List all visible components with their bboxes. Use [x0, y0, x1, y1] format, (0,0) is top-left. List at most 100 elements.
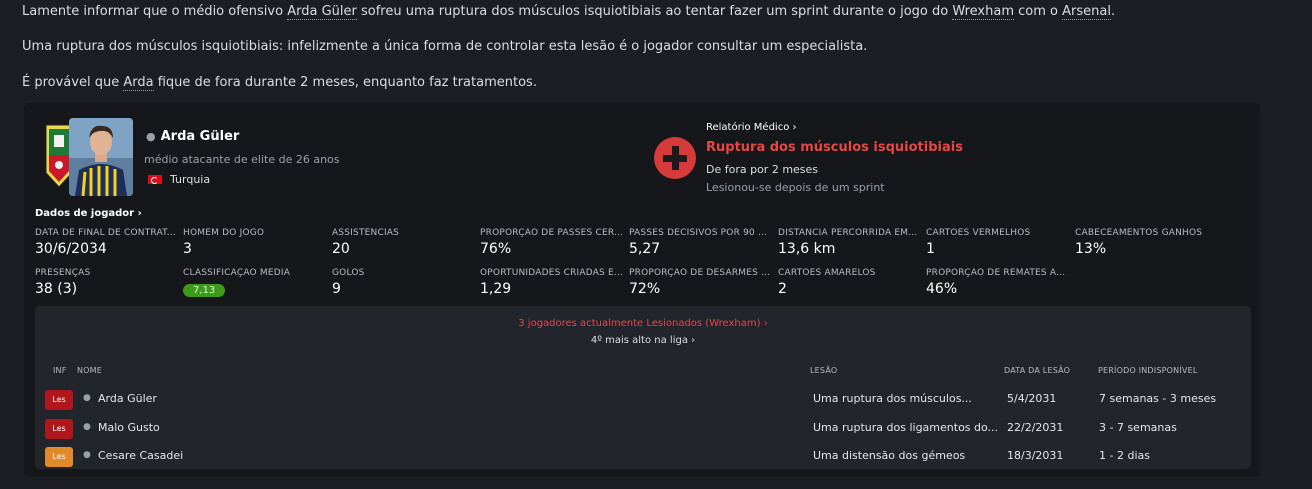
person-icon: ● [146, 130, 156, 143]
player-data-label[interactable]: Dados de jogador [35, 208, 134, 219]
injury-cell: Uma distensão dos gémeos [813, 449, 966, 462]
injured-players-panel: 3 jogadores actualmente Lesionados (Wrex… [35, 306, 1251, 469]
stat-value: 13% [1075, 241, 1107, 257]
stat-average-rating: CLASSIFICAÇÃO MÉDIA 7,13 [183, 268, 327, 297]
stat-value: 38 (3) [35, 281, 78, 297]
injury-card: ● Arda Güler médio atacante de elite de 2… [24, 103, 1260, 477]
stat-label: DATA DE FINAL DE CONTRAT... [35, 228, 176, 238]
stat-label: CARTÕES AMARELOS [778, 268, 876, 278]
chevron-right-icon: › [137, 208, 142, 219]
person-icon: ● [83, 393, 91, 403]
stat-label: PASSES DECISIVOS POR 90 M... [629, 228, 773, 238]
message-line-1: Lamente informar que o médio ofensivo Ar… [22, 4, 1116, 20]
stat-distance: DISTÂNCIA PERCORRIDA EM... 13,6 km [778, 228, 922, 257]
stat-label: GOLOS [332, 268, 365, 278]
stat-label: CARTÕES VERMELHOS [926, 228, 1031, 238]
player-name-cell[interactable]: Malo Gusto [98, 421, 160, 434]
club-link-wrexham[interactable]: Wrexham [952, 4, 1014, 20]
stat-value: 13,6 km [778, 241, 836, 257]
nation-label: Turquia [170, 173, 211, 186]
message-text: É provável que [22, 75, 124, 90]
injured-players-link[interactable]: 3 jogadores actualmente Lesionados (Wrex… [35, 318, 1251, 329]
message-line-2: Uma ruptura dos músculos isquiotibiais: … [22, 39, 868, 54]
player-nation[interactable]: Turquia [148, 173, 210, 186]
stat-value: 1 [926, 241, 935, 257]
header-inf[interactable]: INF [53, 366, 67, 375]
period-cell: 1 - 2 dias [1099, 449, 1150, 462]
injury-cell: Uma ruptura dos músculos... [813, 392, 972, 405]
stat-label: ASSISTÊNCIAS [332, 228, 400, 238]
header-injury[interactable]: LESÃO [810, 366, 837, 375]
date-cell: 18/3/2031 [1007, 449, 1064, 462]
stat-label: OPORTUNIDADES CRIADAS E... [480, 268, 624, 278]
header-date[interactable]: DATA DA LESÃO [1004, 366, 1070, 375]
message-text: com o [1014, 4, 1063, 19]
stat-value: 72% [629, 281, 661, 297]
stat-label: CLASSIFICAÇÃO MÉDIA [183, 268, 291, 278]
injury-badge: Les [45, 390, 73, 410]
injury-cell: Uma ruptura dos ligamentos do... [813, 421, 999, 434]
stat-appearances: PRESENÇAS 38 (3) [35, 268, 179, 297]
stat-value: 30/6/2034 [35, 241, 107, 257]
table-row[interactable]: Les ● Cesare Casadei Uma distensão dos g… [35, 447, 1251, 473]
medical-cross-icon [654, 137, 696, 179]
player-link[interactable]: Arda Güler [287, 4, 357, 20]
turkey-flag-icon [148, 175, 162, 184]
header-name[interactable]: NOME [77, 366, 102, 375]
table-row[interactable]: Les ● Arda Güler Uma ruptura dos músculo… [35, 390, 1251, 416]
player-photo[interactable] [69, 118, 133, 196]
stat-value: 9 [332, 281, 341, 297]
injury-badge: Les [45, 447, 73, 467]
stat-assists: ASSISTÊNCIAS 20 [332, 228, 476, 257]
stat-value: 2 [778, 281, 787, 297]
person-icon: ● [83, 422, 91, 432]
stat-value: 20 [332, 241, 350, 257]
stat-pass-completion: PROPORÇÃO DE PASSES CER... 76% [480, 228, 624, 257]
player-name-cell[interactable]: Cesare Casadei [98, 449, 183, 462]
player-name[interactable]: ● Arda Güler [146, 129, 239, 144]
stat-value: 46% [926, 281, 958, 297]
stat-value: 3 [183, 241, 192, 257]
header-period[interactable]: PERÍODO INDISPONÍVEL [1098, 366, 1197, 375]
rating-badge: 7,13 [183, 284, 226, 297]
table-row[interactable]: Les ● Malo Gusto Uma ruptura dos ligamen… [35, 419, 1251, 445]
stat-label: DISTÂNCIA PERCORRIDA EM... [778, 228, 918, 238]
message-text: Lamente informar que o médio ofensivo [22, 4, 288, 19]
injury-cause: Lesionou-se depois de um sprint [706, 181, 885, 194]
message-line-3: É provável que Arda fique de fora durant… [22, 75, 537, 91]
stat-value: 76% [480, 241, 512, 257]
message-text: . [1110, 4, 1116, 19]
league-rank-link[interactable]: 4º mais alto na liga › [35, 335, 1251, 346]
injury-title: Ruptura dos músculos isquiotibiais [706, 140, 963, 155]
player-data-link[interactable]: Dados de jogador › [35, 208, 142, 219]
stat-shots-on-target: PROPORÇÃO DE REMATES À... 46% [926, 268, 1070, 297]
injury-badge: Les [45, 419, 73, 439]
player-link[interactable]: Arda [123, 75, 154, 91]
stat-key-passes: PASSES DECISIVOS POR 90 M... 5,27 [629, 228, 773, 257]
chevron-right-icon: › [691, 335, 696, 346]
league-rank-label[interactable]: 4º mais alto na liga [591, 335, 688, 346]
stat-label: PRESENÇAS [35, 268, 91, 278]
medical-report-link[interactable]: Relatório Médico › [706, 122, 797, 133]
period-cell: 3 - 7 semanas [1099, 421, 1177, 434]
stat-red-cards: CARTÕES VERMELHOS 1 [926, 228, 1070, 257]
injured-players-label[interactable]: 3 jogadores actualmente Lesionados (Wrex… [518, 318, 760, 329]
chevron-right-icon: › [763, 318, 768, 329]
club-link-arsenal[interactable]: Arsenal [1062, 4, 1111, 20]
stat-contract-end: DATA DE FINAL DE CONTRAT... 30/6/2034 [35, 228, 179, 257]
stat-label: PROPORÇÃO DE PASSES CER... [480, 228, 624, 238]
player-name-cell[interactable]: Arda Güler [98, 392, 157, 405]
player-name-text[interactable]: Arda Güler [161, 129, 240, 144]
message-text: fique de fora durante 2 meses, enquanto … [153, 75, 537, 90]
player-role: médio atacante de elite de 26 anos [144, 153, 340, 166]
message-text: sofreu uma ruptura dos músculos isquioti… [356, 4, 953, 19]
stat-label: CABECEAMENTOS GANHOS [1075, 228, 1203, 238]
chevron-right-icon: › [792, 122, 797, 133]
stat-man-of-match: HOMEM DO JOGO 3 [183, 228, 327, 257]
person-icon: ● [83, 450, 91, 460]
date-cell: 22/2/2031 [1007, 421, 1064, 434]
stat-chances-created: OPORTUNIDADES CRIADAS E... 1,29 [480, 268, 624, 297]
period-cell: 7 semanas - 3 meses [1099, 392, 1217, 405]
medical-report-label[interactable]: Relatório Médico [706, 122, 789, 133]
stat-tackle-ratio: PROPORÇÃO DE DESARMES C... 72% [629, 268, 773, 297]
